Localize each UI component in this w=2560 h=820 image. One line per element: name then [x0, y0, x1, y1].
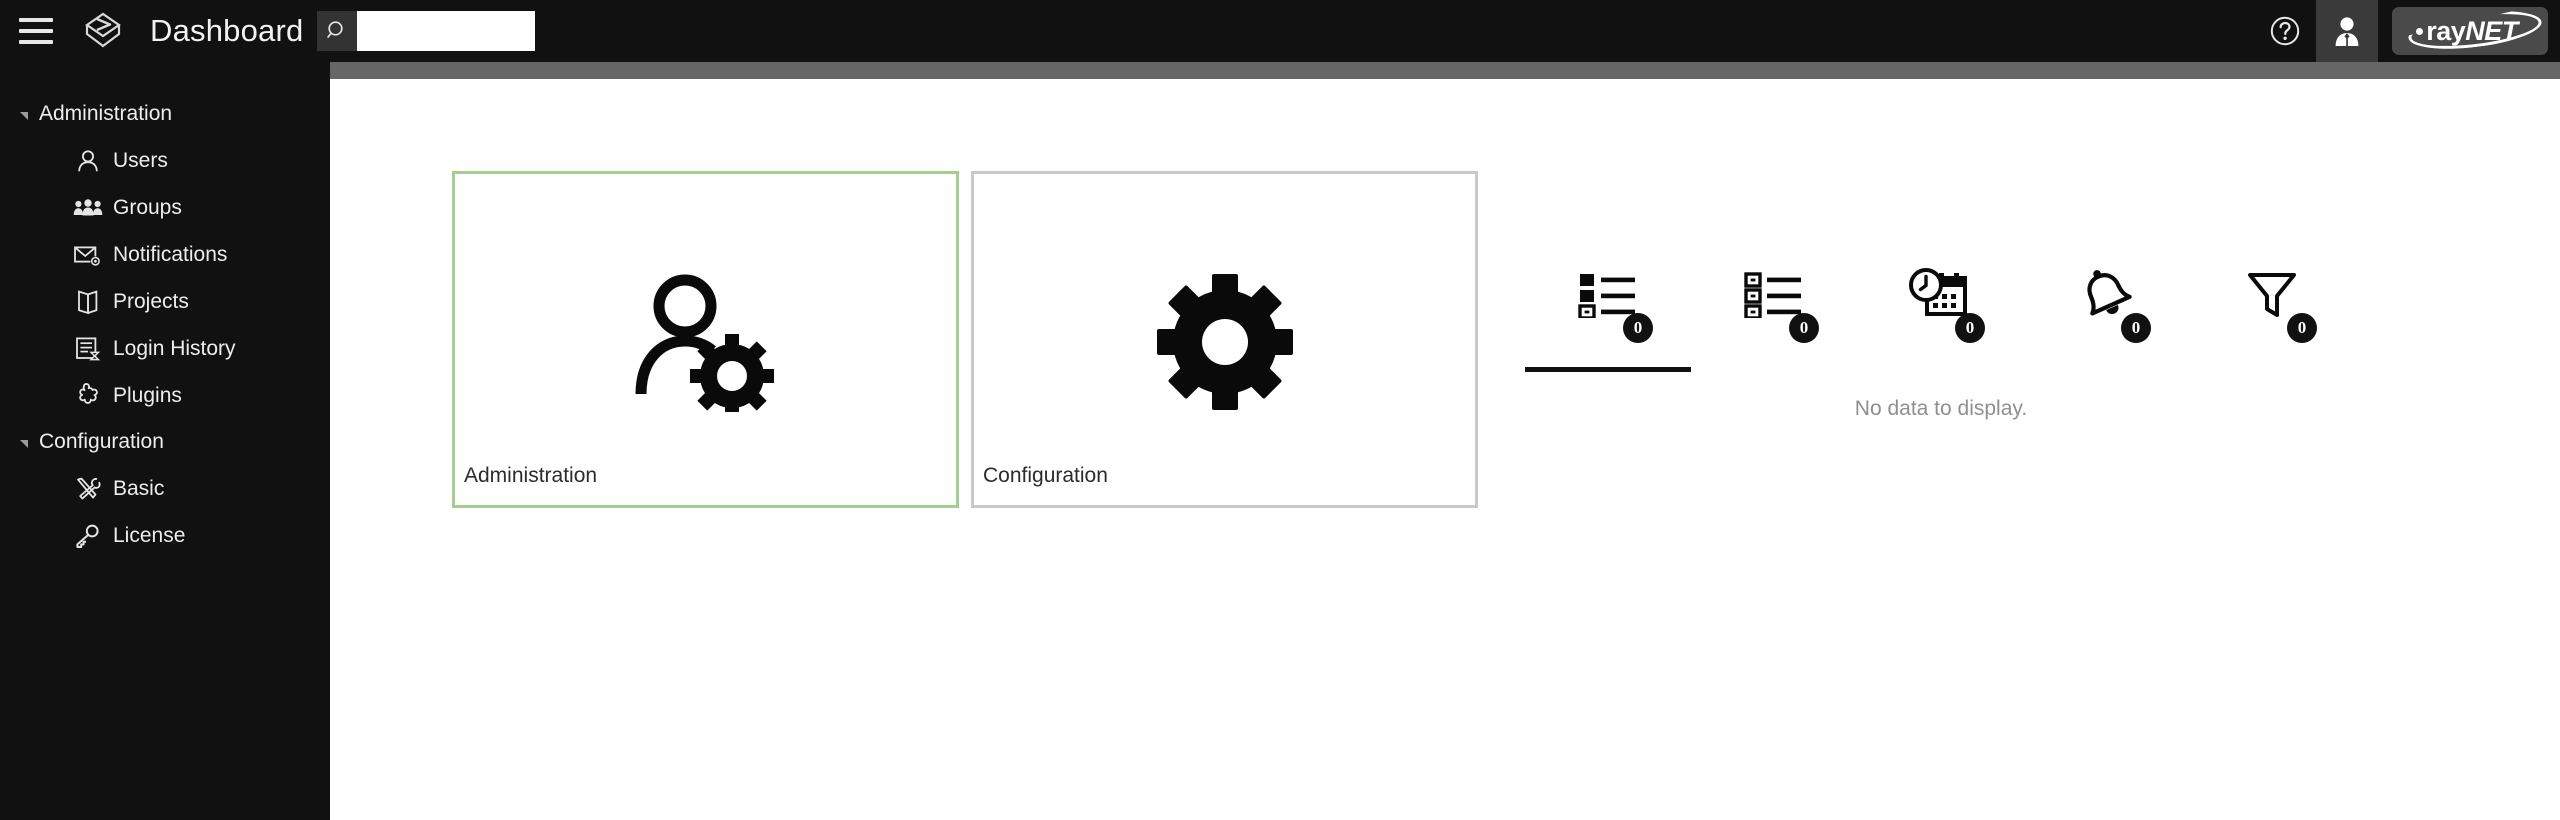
- gear-icon: [974, 272, 1475, 412]
- sidebar-navigation: Administration Users Groups Notification…: [0, 79, 330, 820]
- sidebar-item-label: Users: [113, 148, 168, 172]
- hamburger-bar: [19, 40, 53, 44]
- hamburger-bar: [19, 18, 53, 22]
- sidebar-item-label: License: [113, 523, 186, 547]
- mail-settings-icon: [73, 240, 103, 270]
- sidebar-item-projects[interactable]: Projects: [0, 278, 330, 325]
- puzzle-piece-icon: [73, 381, 103, 411]
- sidebar-item-groups[interactable]: Groups: [0, 184, 330, 231]
- widget-empty-message: No data to display.: [1854, 397, 2028, 420]
- search-box: [317, 11, 536, 51]
- widget-badge-count: 0: [2121, 313, 2151, 343]
- tile-configuration[interactable]: Configuration: [971, 171, 1478, 508]
- book-open-icon: [73, 287, 103, 317]
- rayflow-logo-icon[interactable]: [72, 0, 134, 62]
- sidebar-item-label: Projects: [113, 289, 189, 313]
- widget-tab-schedule[interactable]: 0: [1857, 247, 2023, 372]
- widget-tab-notifications[interactable]: 0: [2023, 247, 2189, 372]
- sidebar-group-administration[interactable]: Administration: [0, 91, 330, 137]
- sidebar-group-label: Configuration: [39, 430, 164, 453]
- raynet-logo-dot: [2416, 27, 2424, 35]
- raynet-logo-text: rayNET: [2416, 16, 2518, 47]
- sidebar-item-plugins[interactable]: Plugins: [0, 372, 330, 419]
- sidebar-group-configuration[interactable]: Configuration: [0, 419, 330, 465]
- sidebar-group-label: Administration: [39, 102, 173, 125]
- top-header-bar: Dashboard rayNET: [0, 0, 2560, 62]
- hamburger-bar: [19, 29, 53, 33]
- sidebar-item-label: Notifications: [113, 242, 228, 266]
- widget-tab-strip: 0 0 0 0 0: [1525, 247, 2357, 372]
- header-separator-sidebar-segment: [0, 62, 330, 79]
- sidebar-item-basic[interactable]: Basic: [0, 465, 330, 512]
- users-group-icon: [73, 193, 103, 223]
- widget-badge-count: 0: [1623, 313, 1653, 343]
- user-settings-icon: [455, 272, 956, 412]
- tile-label: Configuration: [983, 464, 1108, 487]
- widget-tab-tasks[interactable]: 0: [1525, 247, 1691, 372]
- tile-label: Administration: [464, 464, 598, 487]
- tools-icon: [73, 474, 103, 504]
- sidebar-item-users[interactable]: Users: [0, 137, 330, 184]
- raynet-logo-net: NET: [2465, 15, 2518, 46]
- dashboard-tile-grid: Administration Configuration: [452, 171, 1478, 508]
- sidebar-item-label: Basic: [113, 476, 165, 500]
- user-icon: [73, 146, 103, 176]
- widget-badge-count: 0: [1955, 313, 1985, 343]
- header-separator-bar: [0, 62, 2560, 79]
- sidebar-item-label: Plugins: [113, 383, 182, 407]
- application-window: Dashboard rayNET Administration Users Gr…: [0, 0, 2560, 820]
- sidebar-item-label: Groups: [113, 195, 182, 219]
- main-content-area: Administration Configuration 0 0 0 0 0 N…: [330, 79, 2560, 820]
- header-actions: rayNET: [2254, 0, 2560, 62]
- help-circle-icon[interactable]: [2254, 0, 2316, 62]
- chevron-collapse-icon: [20, 439, 28, 448]
- widget-tab-filters[interactable]: 0: [2189, 247, 2355, 372]
- key-icon: [73, 521, 103, 551]
- tile-administration[interactable]: Administration: [452, 171, 959, 508]
- hamburger-menu-icon[interactable]: [0, 0, 72, 62]
- chevron-collapse-icon: [20, 111, 28, 120]
- widget-badge-count: 0: [1789, 313, 1819, 343]
- sidebar-item-login-history[interactable]: Login History: [0, 325, 330, 372]
- widget-tab-checklist[interactable]: 0: [1691, 247, 1857, 372]
- user-avatar-icon[interactable]: [2316, 0, 2378, 62]
- search-icon[interactable]: [317, 11, 358, 51]
- widget-panel: 0 0 0 0 0 No data to display.: [1525, 247, 2357, 421]
- sidebar-item-license[interactable]: License: [0, 512, 330, 559]
- search-input[interactable]: [357, 11, 536, 51]
- document-clock-icon: [73, 334, 103, 364]
- raynet-brand-logo[interactable]: rayNET: [2392, 7, 2548, 55]
- sidebar-item-label: Login History: [113, 336, 236, 360]
- widget-badge-count: 0: [2287, 313, 2317, 343]
- sidebar-item-notifications[interactable]: Notifications: [0, 231, 330, 278]
- raynet-logo-ray: ray: [2426, 15, 2466, 46]
- page-title: Dashboard: [150, 13, 304, 48]
